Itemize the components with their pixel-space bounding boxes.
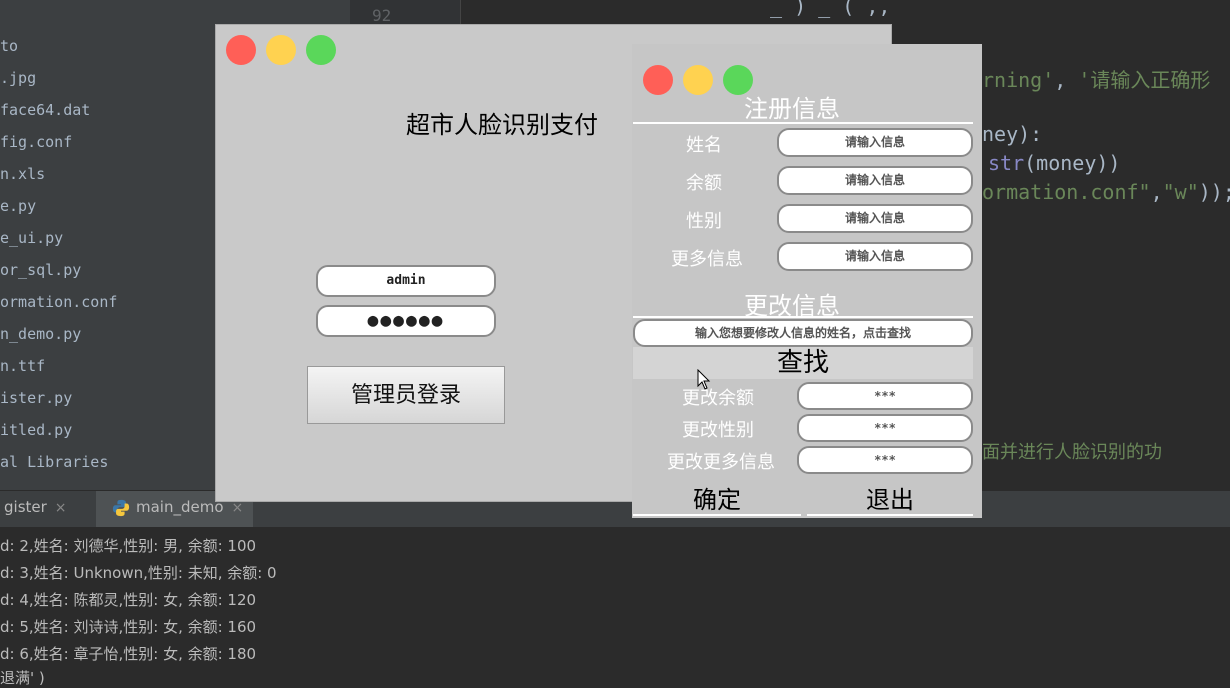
- close-window-icon[interactable]: [643, 65, 673, 95]
- field-label: 更改更多信息: [667, 452, 775, 473]
- field-label: 更多信息: [671, 249, 743, 270]
- tab-label: gister: [4, 498, 47, 516]
- file-item[interactable]: e_ui.py: [0, 222, 117, 254]
- mouse-cursor-icon: [697, 369, 711, 390]
- balance-input[interactable]: 请输入信息: [777, 166, 973, 195]
- file-item[interactable]: e.py: [0, 190, 117, 222]
- tab-label: main_demo: [136, 498, 224, 516]
- close-window-icon[interactable]: [226, 35, 256, 65]
- minimize-window-icon[interactable]: [683, 65, 713, 95]
- field-label: 性别: [686, 211, 722, 232]
- confirm-button[interactable]: 确定: [633, 480, 801, 515]
- password-input[interactable]: ●●●●●●: [316, 305, 496, 337]
- field-label: 余额: [686, 173, 722, 194]
- find-button[interactable]: 查找: [633, 347, 973, 379]
- console-line: d: 6,姓名: 章子怡,性别: 女, 余额: 180: [0, 645, 257, 663]
- field-label: 更改性别: [682, 420, 754, 441]
- file-item[interactable]: n.xls: [0, 158, 117, 190]
- file-item[interactable]: ister.py: [0, 382, 117, 414]
- minimize-window-icon[interactable]: [266, 35, 296, 65]
- file-item[interactable]: fig.conf: [0, 126, 117, 158]
- file-list: to .jpg face64.dat fig.conf n.xls e.py e…: [0, 30, 117, 478]
- modify-balance-input[interactable]: ***: [797, 382, 973, 410]
- file-item[interactable]: or_sql.py: [0, 254, 117, 286]
- code-line: ney):: [982, 122, 1043, 146]
- admin-login-button[interactable]: 管理员登录: [307, 366, 505, 424]
- divider: [633, 122, 973, 124]
- field-label: 姓名: [686, 135, 722, 156]
- file-item[interactable]: face64.dat: [0, 94, 117, 126]
- file-item[interactable]: ormation.conf: [0, 286, 117, 318]
- console-line: d: 3,姓名: Unknown,性别: 未知, 余额: 0: [0, 564, 277, 582]
- file-item[interactable]: itled.py: [0, 414, 117, 446]
- divider: [633, 316, 973, 318]
- search-name-input[interactable]: 输入您想要修改人信息的姓名，点击查找: [633, 319, 973, 347]
- console-line: d: 2,姓名: 刘德华,性别: 男, 余额: 100: [0, 537, 257, 555]
- more-info-input[interactable]: 请输入信息: [777, 242, 973, 271]
- divider: [807, 514, 973, 516]
- app-title: 超市人脸识别支付: [406, 111, 598, 139]
- line-number: 92: [372, 6, 392, 25]
- file-item[interactable]: n.ttf: [0, 350, 117, 382]
- code-line: ormation.conf","w"));: [982, 180, 1230, 204]
- code-line: str(money)): [988, 151, 1121, 175]
- divider: [633, 514, 801, 516]
- console-line: d: 4,姓名: 陈都灵,性别: 女, 余额: 120: [0, 591, 257, 609]
- python-icon: [112, 499, 130, 516]
- modify-gender-input[interactable]: ***: [797, 414, 973, 442]
- code-line: rning', '请输入正确形: [982, 68, 1211, 92]
- modify-more-info-input[interactable]: ***: [797, 446, 973, 474]
- file-item[interactable]: to: [0, 30, 117, 62]
- file-item[interactable]: .jpg: [0, 62, 117, 94]
- file-item[interactable]: al Libraries: [0, 446, 117, 478]
- file-item[interactable]: n_demo.py: [0, 318, 117, 350]
- maximize-window-icon[interactable]: [306, 35, 336, 65]
- code-comment: 面并进行人脸识别的功: [982, 442, 1162, 463]
- exit-button[interactable]: 退出: [807, 480, 973, 515]
- register-section-title: 注册信息: [744, 95, 840, 123]
- console-output: d: 2,姓名: 刘德华,性别: 男, 余额: 100 d: 3,姓名: Unk…: [0, 527, 1230, 687]
- close-icon[interactable]: ×: [232, 500, 244, 516]
- close-icon[interactable]: ×: [55, 500, 67, 516]
- gender-input[interactable]: 请输入信息: [777, 204, 973, 233]
- console-line: d: 5,姓名: 刘诗诗,性别: 女, 余额: 160: [0, 618, 257, 636]
- username-input[interactable]: admin: [316, 265, 496, 297]
- code-line: _ ) _ ( ,,: [770, 0, 891, 18]
- tab-register[interactable]: gister ×: [0, 491, 77, 527]
- name-input[interactable]: 请输入信息: [777, 128, 973, 157]
